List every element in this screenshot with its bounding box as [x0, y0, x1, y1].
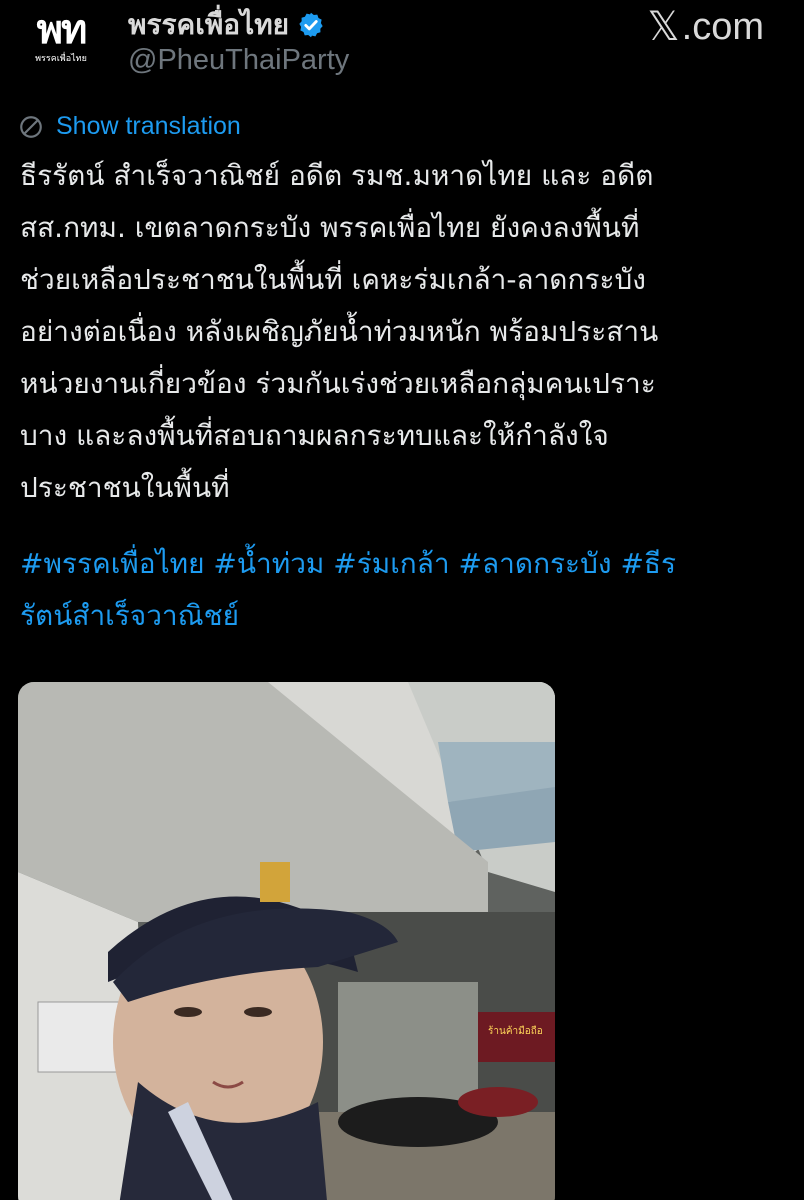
post-text-line: อย่างต่อเนื่อง หลังเผชิญภัยน้ำท่วมหนัก พ…: [20, 315, 659, 348]
hashtag-line[interactable]: #พรรคเพื่อไทย #น้ำท่วม #ร่มเกล้า #ลาดกระ…: [20, 538, 790, 590]
post-text-line: ธีรรัตน์ สำเร็จวาณิชย์ อดีต รมช.มหาดไทย …: [20, 159, 654, 192]
hashtag-line[interactable]: รัตน์สำเร็จวาณิชย์: [20, 590, 790, 642]
post-text-line: สส.กทม. เขตลาดกระบัง พรรคเพื่อไทย ยังคงล…: [20, 211, 640, 244]
avatar[interactable]: พท พรรคเพื่อไทย: [22, 6, 100, 74]
post-text-line: ประชาชนในพื้นที่: [20, 471, 230, 504]
avatar-logo-text: พท: [36, 6, 88, 53]
post-text-line: หน่วยงานเกี่ยวข้อง ร่วมกันเร่งช่วยเหลือก…: [20, 367, 656, 400]
post-text-line: ช่วยเหลือประชาชนในพื้นที่ เคหะร่มเกล้า-ล…: [20, 263, 646, 296]
user-handle[interactable]: @PheuThaiParty: [128, 44, 349, 77]
display-name[interactable]: พรรคเพื่อไทย: [128, 3, 289, 47]
tweet-header: พท พรรคเพื่อไทย พรรคเพื่อไทย @PheuThaiPa…: [0, 0, 804, 90]
video-frame: ร้านค้ามือถือ: [18, 682, 555, 1200]
avatar-logo-subtext: พรรคเพื่อไทย: [35, 54, 87, 64]
post-text-line: บาง และลงพื้นที่สอบถามผลกระทบและให้กำลัง…: [20, 419, 609, 452]
display-name-row: พรรคเพื่อไทย: [128, 5, 325, 45]
shop-sign-text: ร้านค้ามือถือ: [488, 1025, 543, 1037]
hashtags: #พรรคเพื่อไทย #น้ำท่วม #ร่มเกล้า #ลาดกระ…: [20, 538, 790, 642]
show-translation-label: Show translation: [56, 112, 241, 140]
show-translation-link[interactable]: Show translation: [18, 112, 241, 141]
x-logo-icon: 𝕏: [647, 4, 680, 50]
globe-icon: [20, 115, 42, 138]
post-media-video[interactable]: ร้านค้ามือถือ: [18, 682, 555, 1200]
verified-badge-icon: [299, 12, 323, 38]
post-text: ธีรรัตน์ สำเร็จวาณิชย์ อดีต รมช.มหาดไทย …: [20, 150, 790, 514]
x-site-logo: 𝕏 .com: [647, 4, 764, 50]
site-logo-text: .com: [681, 5, 764, 48]
